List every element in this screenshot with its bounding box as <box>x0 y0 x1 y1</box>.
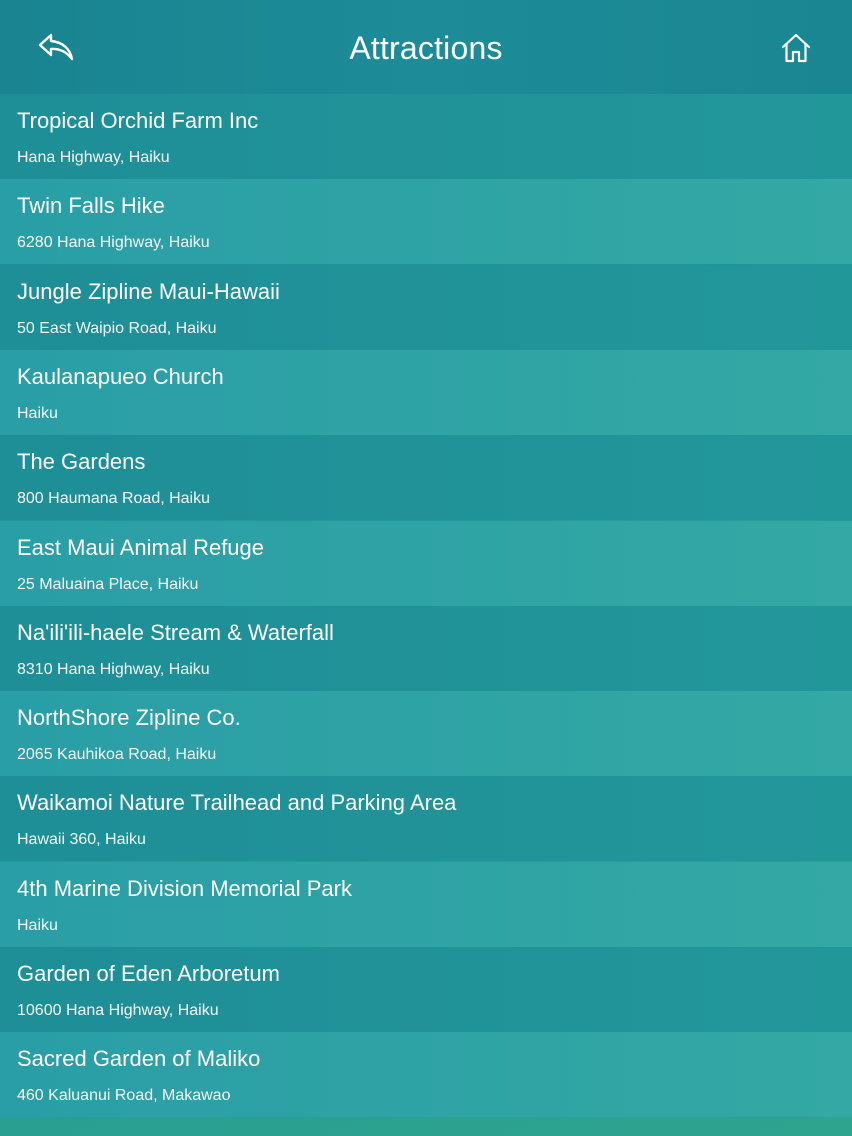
attraction-row[interactable]: Kaulanapueo Church Haiku <box>0 349 852 435</box>
attraction-address: 460 Kaluanui Road, Makawao <box>17 1087 231 1105</box>
attraction-row[interactable]: NorthShore Zipline Co. 2065 Kauhikoa Road… <box>0 691 852 777</box>
attraction-row[interactable]: Garden of Eden Arboretum 10600 Hana Highw… <box>0 947 852 1032</box>
attraction-row[interactable]: Waikamoi Nature Trailhead and Parking Ar… <box>0 776 852 862</box>
attraction-row[interactable]: Jungle Zipline Maui-Hawaii 50 East Waipio… <box>0 264 852 350</box>
attraction-name: Sacred Garden of Maliko <box>17 1046 261 1072</box>
attraction-row[interactable]: East Maui Animal Refuge 25 Maluaina Place… <box>0 520 852 606</box>
attraction-address: 25 Maluaina Place, Haiku <box>17 575 199 593</box>
attraction-row[interactable]: Tropical Orchid Farm Inc Hana Highway, Ha… <box>0 94 852 179</box>
attraction-address: 2065 Kauhikoa Road, Haiku <box>17 746 217 764</box>
attraction-row[interactable]: The Gardens 800 Haumana Road, Haiku <box>0 435 852 521</box>
attraction-name: Jungle Zipline Maui-Hawaii <box>17 278 280 304</box>
attraction-address: 6280 Hana Highway, Haiku <box>17 234 210 252</box>
attraction-name: Garden of Eden Arboretum <box>17 961 280 986</box>
attraction-name: East Maui Animal Refuge <box>17 534 265 560</box>
nav-bar: Attractions <box>0 0 852 94</box>
attraction-name: Tropical Orchid Farm Inc <box>17 108 259 133</box>
attraction-name: 4th Marine Division Memorial Park <box>17 875 352 901</box>
home-button[interactable] <box>774 28 818 68</box>
attraction-name: Na'ili'ili-haele Stream & Waterfall <box>17 619 334 645</box>
attraction-name: Kaulanapueo Church <box>17 363 224 389</box>
attraction-address: 800 Haumana Road, Haiku <box>17 490 211 508</box>
attraction-address: Hana Highway, Haiku <box>17 149 170 166</box>
attraction-address: Hawaii 360, Haiku <box>17 831 146 849</box>
attraction-row[interactable]: Na'ili'ili-haele Stream & Waterfall 8310 … <box>0 605 852 691</box>
attraction-row[interactable]: Twin Falls Hike 6280 Hana Highway, Haiku <box>0 179 852 265</box>
attraction-address: Haiku <box>17 404 58 422</box>
page-title: Attractions <box>349 30 503 66</box>
attraction-name: Twin Falls Hike <box>17 193 165 219</box>
attraction-row[interactable]: 4th Marine Division Memorial Park Haiku <box>0 861 852 947</box>
attraction-address: 10600 Hana Highway, Haiku <box>17 1002 219 1019</box>
attraction-name: Waikamoi Nature Trailhead and Parking Ar… <box>17 790 457 816</box>
attraction-row[interactable]: Sacred Garden of Maliko 460 Kaluanui Road… <box>0 1032 852 1118</box>
attraction-address: Haiku <box>17 916 58 934</box>
attractions-list: Tropical Orchid Farm Inc Hana Highway, Ha… <box>0 94 852 1136</box>
attraction-address: 8310 Hana Highway, Haiku <box>17 660 210 678</box>
attraction-name: NorthShore Zipline Co. <box>17 705 241 731</box>
attraction-address: 50 East Waipio Road, Haiku <box>17 319 217 337</box>
home-icon <box>781 33 811 63</box>
attraction-name: The Gardens <box>17 449 146 475</box>
